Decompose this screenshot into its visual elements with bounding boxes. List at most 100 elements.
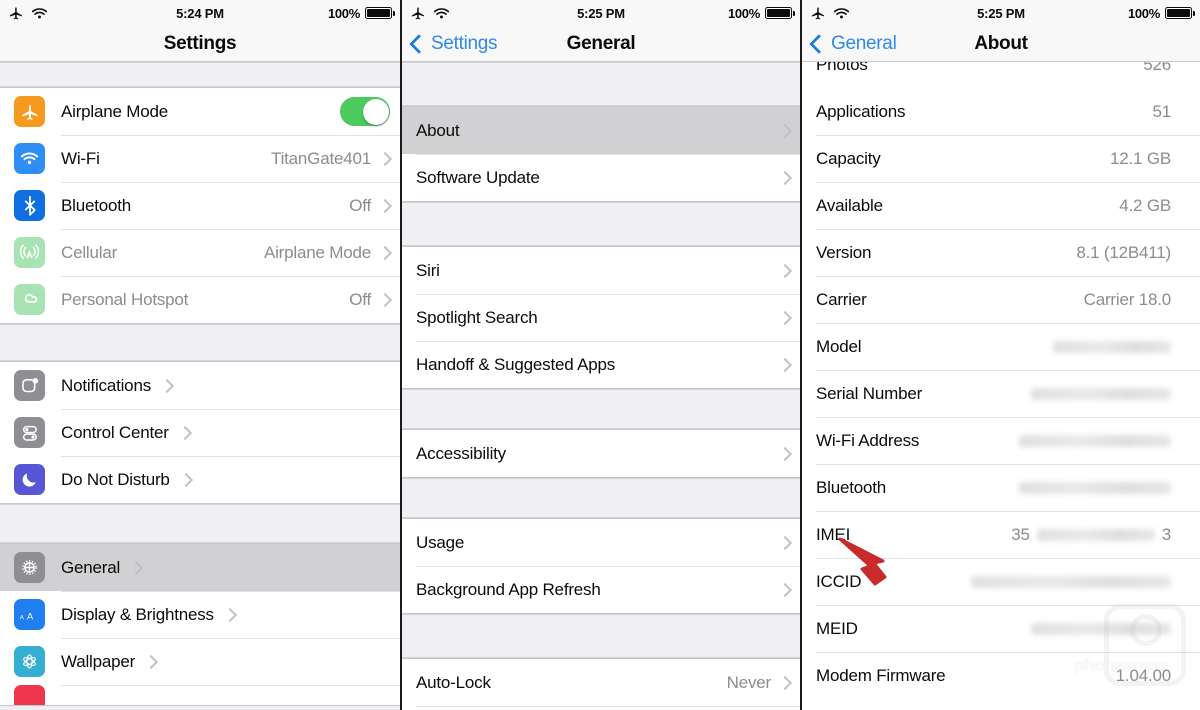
general-row-auto-lock[interactable]: Auto-Lock Never (402, 659, 800, 706)
airplane-mode-toggle[interactable] (340, 97, 390, 126)
general-row-software-update[interactable]: Software Update (402, 154, 800, 201)
row-label: Notifications (61, 375, 151, 395)
general-row-restrictions[interactable]: Restrictions Off (402, 706, 800, 710)
about-row-photos[interactable]: Photos 526 (802, 62, 1200, 88)
redacted-value (1053, 340, 1171, 353)
general-row-siri[interactable]: Siri (402, 247, 800, 294)
general-row-background-app-refresh[interactable]: Background App Refresh (402, 566, 800, 613)
settings-row-wifi[interactable]: Wi-Fi TitanGate401 (0, 135, 400, 182)
about-row-serial-number[interactable]: Serial Number (802, 370, 1200, 417)
chevron-right-icon (144, 654, 159, 669)
row-label: Bluetooth (816, 477, 887, 497)
redacted-value (1019, 434, 1171, 447)
row-label: Bluetooth (61, 195, 132, 215)
section-about-info: Applications 51 Capacity 12.1 GB Availab… (802, 88, 1200, 699)
section-about: About Software Update (402, 106, 800, 202)
row-label: Modem Firmware (816, 665, 946, 685)
status-bar: 5:24 PM 100% (0, 0, 400, 26)
row-label: Siri (416, 260, 440, 280)
nav-bar: Settings (0, 26, 400, 62)
row-label: Personal Hotspot (61, 289, 189, 309)
about-row-wifi-address[interactable]: Wi-Fi Address (802, 417, 1200, 464)
about-row-applications[interactable]: Applications 51 (802, 88, 1200, 135)
chevron-right-icon (777, 263, 793, 278)
about-list[interactable]: Photos 526 Applications 51 Capacity 12.1… (802, 62, 1200, 710)
section-gap (402, 478, 800, 518)
section-gap (0, 504, 400, 543)
section-general: General A A Display & Brightness Wallpap… (0, 543, 400, 706)
bluetooth-icon (14, 190, 45, 221)
settings-row-control-center[interactable]: Control Center (0, 409, 400, 456)
about-row-bluetooth[interactable]: Bluetooth (802, 464, 1200, 511)
row-label: Background App Refresh (416, 579, 601, 599)
battery-icon (365, 7, 395, 19)
row-value: 526 (1143, 62, 1171, 74)
about-row-modem-firmware[interactable]: Modem Firmware 1.04.00 (802, 652, 1200, 699)
about-row-imei[interactable]: IMEI 35 3 (802, 511, 1200, 558)
row-value: 12.1 GB (1110, 148, 1171, 168)
settings-row-airplane-mode[interactable]: Airplane Mode (0, 88, 400, 135)
about-row-carrier[interactable]: Carrier Carrier 18.0 (802, 276, 1200, 323)
general-row-usage[interactable]: Usage (402, 519, 800, 566)
settings-row-display-brightness[interactable]: A A Display & Brightness (0, 591, 400, 638)
chevron-right-icon (777, 535, 793, 550)
general-row-accessibility[interactable]: Accessibility (402, 430, 800, 477)
settings-row-wallpaper[interactable]: Wallpaper (0, 638, 400, 685)
section-gap (402, 389, 800, 429)
general-row-handoff[interactable]: Handoff & Suggested Apps (402, 341, 800, 388)
imei-suffix: 3 (1161, 524, 1171, 544)
row-label: Cellular (61, 242, 118, 262)
row-value: Never (726, 672, 772, 692)
chevron-right-icon (777, 446, 793, 461)
settings-row-bluetooth[interactable]: Bluetooth Off (0, 182, 400, 229)
settings-row-cellular[interactable]: Cellular Airplane Mode (0, 229, 400, 276)
redacted-value (1031, 387, 1171, 400)
chevron-right-icon (377, 245, 393, 260)
status-bar: 5:25 PM 100% (402, 0, 800, 26)
about-row-version[interactable]: Version 8.1 (12B411) (802, 229, 1200, 276)
chevron-right-icon (377, 292, 393, 307)
chevron-left-icon (809, 33, 829, 54)
about-row-available[interactable]: Available 4.2 GB (802, 182, 1200, 229)
row-label: ICCID (816, 571, 862, 591)
chevron-right-icon (777, 170, 793, 185)
row-value: Off (349, 289, 371, 309)
chevron-right-icon (777, 675, 793, 690)
settings-row-sounds[interactable]: Sounds (0, 685, 400, 705)
svg-text:A: A (19, 614, 24, 621)
settings-row-do-not-disturb[interactable]: Do Not Disturb (0, 456, 400, 503)
row-label: Serial Number (816, 383, 923, 403)
section-connectivity: Airplane Mode Wi-Fi TitanGate401 Bluetoo… (0, 87, 400, 324)
row-label: Display & Brightness (61, 604, 214, 624)
row-value: 8.1 (12B411) (1076, 242, 1171, 262)
settings-row-notifications[interactable]: Notifications (0, 362, 400, 409)
row-label: Capacity (816, 148, 881, 168)
panel-settings: 5:24 PM 100% Settings Airplane Mode Wi-F… (0, 0, 400, 710)
about-row-iccid[interactable]: ICCID (802, 558, 1200, 605)
back-button[interactable]: General (809, 33, 897, 55)
row-label: Do Not Disturb (61, 469, 170, 489)
general-row-about[interactable]: About (402, 107, 800, 154)
airplane-icon (14, 96, 45, 127)
about-row-meid[interactable]: MEID (802, 605, 1200, 652)
row-label: About (416, 120, 460, 140)
section-gap (0, 62, 400, 87)
chevron-right-icon (222, 607, 237, 622)
row-value: Airplane Mode (263, 242, 371, 262)
notifications-icon (14, 370, 45, 401)
back-button[interactable]: Settings (409, 33, 498, 55)
section-accessibility: Accessibility (402, 429, 800, 478)
general-row-spotlight-search[interactable]: Spotlight Search (402, 294, 800, 341)
settings-row-general[interactable]: General (0, 544, 400, 591)
imei-value: 35 3 (1011, 525, 1171, 545)
svg-text:A: A (26, 611, 33, 622)
row-label: Auto-Lock (416, 672, 491, 692)
about-row-model[interactable]: Model (802, 323, 1200, 370)
chevron-right-icon (777, 357, 793, 372)
settings-list[interactable]: Airplane Mode Wi-Fi TitanGate401 Bluetoo… (0, 62, 400, 710)
wallpaper-icon (14, 646, 45, 677)
about-row-capacity[interactable]: Capacity 12.1 GB (802, 135, 1200, 182)
settings-row-personal-hotspot[interactable]: Personal Hotspot Off (0, 276, 400, 323)
control-center-icon (14, 417, 45, 448)
general-list[interactable]: About Software Update Siri Spotlight Sea… (402, 62, 800, 710)
